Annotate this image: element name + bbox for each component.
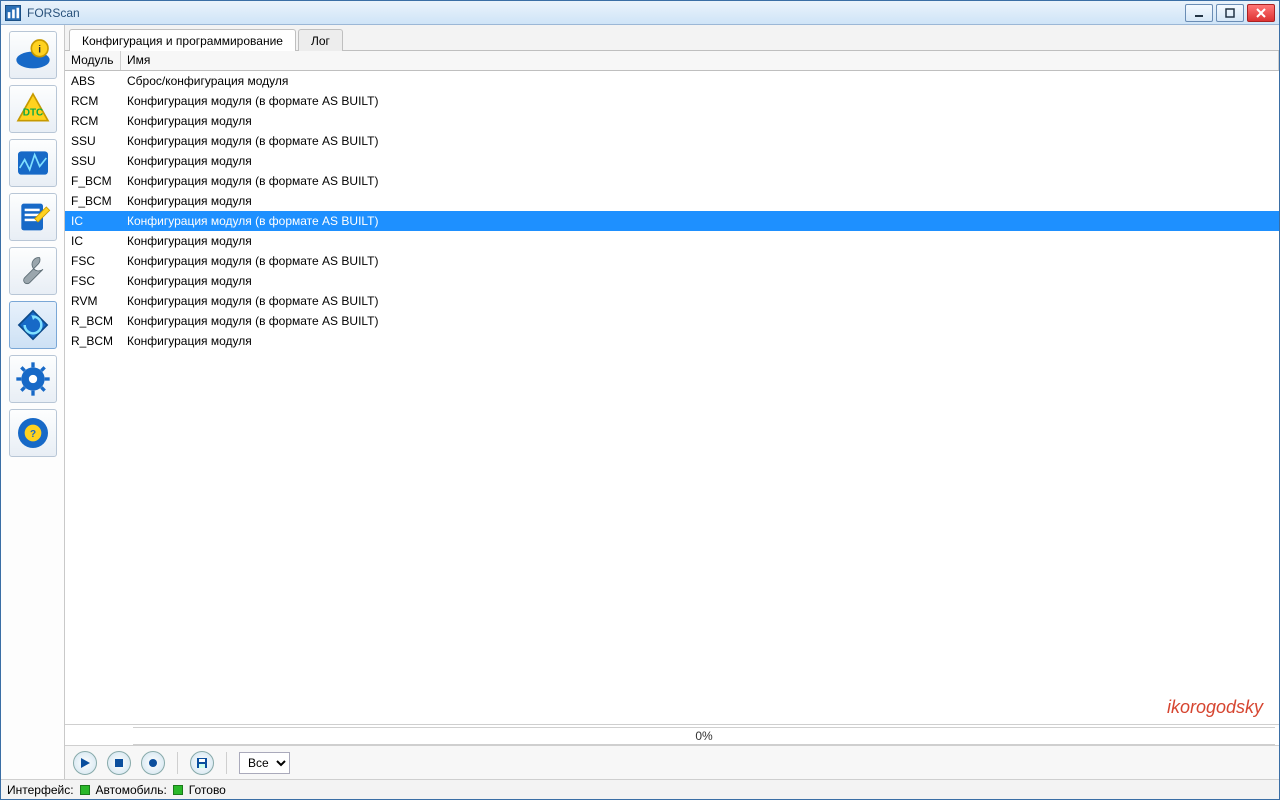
progress-text: 0% bbox=[695, 729, 712, 743]
table-row[interactable]: RCMКонфигурация модуля (в формате AS BUI… bbox=[65, 91, 1279, 111]
column-header: Модуль Имя bbox=[65, 51, 1279, 71]
table-row[interactable]: R_BCMКонфигурация модуля (в формате AS B… bbox=[65, 311, 1279, 331]
sidebar-settings[interactable] bbox=[9, 355, 57, 403]
column-name[interactable]: Имя bbox=[121, 51, 1279, 70]
cell-name: Конфигурация модуля (в формате AS BUILT) bbox=[121, 313, 1279, 329]
cell-name: Конфигурация модуля bbox=[121, 113, 1279, 129]
sidebar-dtc[interactable]: DTC bbox=[9, 85, 57, 133]
table-row[interactable]: RVMКонфигурация модуля (в формате AS BUI… bbox=[65, 291, 1279, 311]
column-module[interactable]: Модуль bbox=[65, 51, 121, 70]
maximize-button[interactable] bbox=[1216, 4, 1244, 22]
tab-config-programming[interactable]: Конфигурация и программирование bbox=[69, 29, 296, 51]
sidebar-live-data[interactable] bbox=[9, 139, 57, 187]
cell-name: Конфигурация модуля bbox=[121, 333, 1279, 349]
cell-name: Конфигурация модуля (в формате AS BUILT) bbox=[121, 293, 1279, 309]
table-row[interactable]: ABSСброс/конфигурация модуля bbox=[65, 71, 1279, 91]
cell-module: F_BCM bbox=[65, 173, 121, 189]
cell-name: Конфигурация модуля bbox=[121, 193, 1279, 209]
minimize-button[interactable] bbox=[1185, 4, 1213, 22]
cell-name: Конфигурация модуля bbox=[121, 153, 1279, 169]
table-row[interactable]: FSCКонфигурация модуля (в формате AS BUI… bbox=[65, 251, 1279, 271]
cell-name: Конфигурация модуля (в формате AS BUILT) bbox=[121, 93, 1279, 109]
cell-module: FSC bbox=[65, 273, 121, 289]
sidebar-vehicle-info[interactable]: i bbox=[9, 31, 57, 79]
stop-button[interactable] bbox=[107, 751, 131, 775]
titlebar: FORScan bbox=[1, 1, 1279, 25]
cell-name: Конфигурация модуля (в формате AS BUILT) bbox=[121, 173, 1279, 189]
svg-text:i: i bbox=[38, 45, 41, 56]
table-row[interactable]: R_BCMКонфигурация модуля bbox=[65, 331, 1279, 351]
table-row[interactable]: SSUКонфигурация модуля bbox=[65, 151, 1279, 171]
interface-status-led-icon bbox=[80, 785, 90, 795]
close-button[interactable] bbox=[1247, 4, 1275, 22]
cell-name: Конфигурация модуля bbox=[121, 273, 1279, 289]
cell-module: SSU bbox=[65, 153, 121, 169]
window-title: FORScan bbox=[27, 6, 80, 20]
table-row[interactable]: ICКонфигурация модуля (в формате AS BUIL… bbox=[65, 211, 1279, 231]
cell-module: ABS bbox=[65, 73, 121, 89]
cell-name: Конфигурация модуля (в формате AS BUILT) bbox=[121, 253, 1279, 269]
sidebar-config-programming[interactable] bbox=[9, 301, 57, 349]
watermark: ikorogodsky bbox=[1167, 697, 1263, 718]
cell-name: Конфигурация модуля (в формате AS BUILT) bbox=[121, 213, 1279, 229]
bottom-toolbar: Все bbox=[65, 745, 1279, 779]
svg-text:?: ? bbox=[29, 429, 35, 440]
tab-log[interactable]: Лог bbox=[298, 29, 343, 51]
cell-module: IC bbox=[65, 233, 121, 249]
cell-module: RCM bbox=[65, 93, 121, 109]
play-button[interactable] bbox=[73, 751, 97, 775]
table-row[interactable]: ICКонфигурация модуля bbox=[65, 231, 1279, 251]
vehicle-status-led-icon bbox=[173, 785, 183, 795]
toolbar-separator bbox=[226, 752, 227, 774]
sidebar-tests[interactable] bbox=[9, 193, 57, 241]
sidebar-help[interactable]: ? bbox=[9, 409, 57, 457]
app-icon bbox=[5, 5, 21, 21]
cell-name: Сброс/конфигурация модуля bbox=[121, 73, 1279, 89]
cell-name: Конфигурация модуля bbox=[121, 233, 1279, 249]
table-row[interactable]: RCMКонфигурация модуля bbox=[65, 111, 1279, 131]
cell-module: R_BCM bbox=[65, 333, 121, 349]
module-list[interactable]: ABSСброс/конфигурация модуляRCMКонфигура… bbox=[65, 71, 1279, 724]
cell-module: R_BCM bbox=[65, 313, 121, 329]
svg-text:DTC: DTC bbox=[22, 108, 43, 119]
save-button[interactable] bbox=[190, 751, 214, 775]
cell-module: RVM bbox=[65, 293, 121, 309]
record-button[interactable] bbox=[141, 751, 165, 775]
cell-module: F_BCM bbox=[65, 193, 121, 209]
cell-module: RCM bbox=[65, 113, 121, 129]
table-row[interactable]: F_BCMКонфигурация модуля (в формате AS B… bbox=[65, 171, 1279, 191]
progress-bar: 0% bbox=[133, 727, 1275, 745]
cell-name: Конфигурация модуля (в формате AS BUILT) bbox=[121, 133, 1279, 149]
table-row[interactable]: SSUКонфигурация модуля (в формате AS BUI… bbox=[65, 131, 1279, 151]
tab-bar: Конфигурация и программирование Лог bbox=[65, 25, 1279, 51]
status-vehicle-label: Автомобиль: bbox=[96, 783, 167, 797]
cell-module: FSC bbox=[65, 253, 121, 269]
cell-module: IC bbox=[65, 213, 121, 229]
cell-module: SSU bbox=[65, 133, 121, 149]
filter-select[interactable]: Все bbox=[239, 752, 290, 774]
status-bar: Интерфейс: Автомобиль: Готово bbox=[1, 779, 1279, 799]
status-interface-label: Интерфейс: bbox=[7, 783, 74, 797]
table-row[interactable]: F_BCMКонфигурация модуля bbox=[65, 191, 1279, 211]
sidebar-service[interactable] bbox=[9, 247, 57, 295]
table-row[interactable]: FSCКонфигурация модуля bbox=[65, 271, 1279, 291]
sidebar: i DTC ? bbox=[1, 25, 65, 779]
status-ready-label: Готово bbox=[189, 783, 226, 797]
toolbar-separator bbox=[177, 752, 178, 774]
